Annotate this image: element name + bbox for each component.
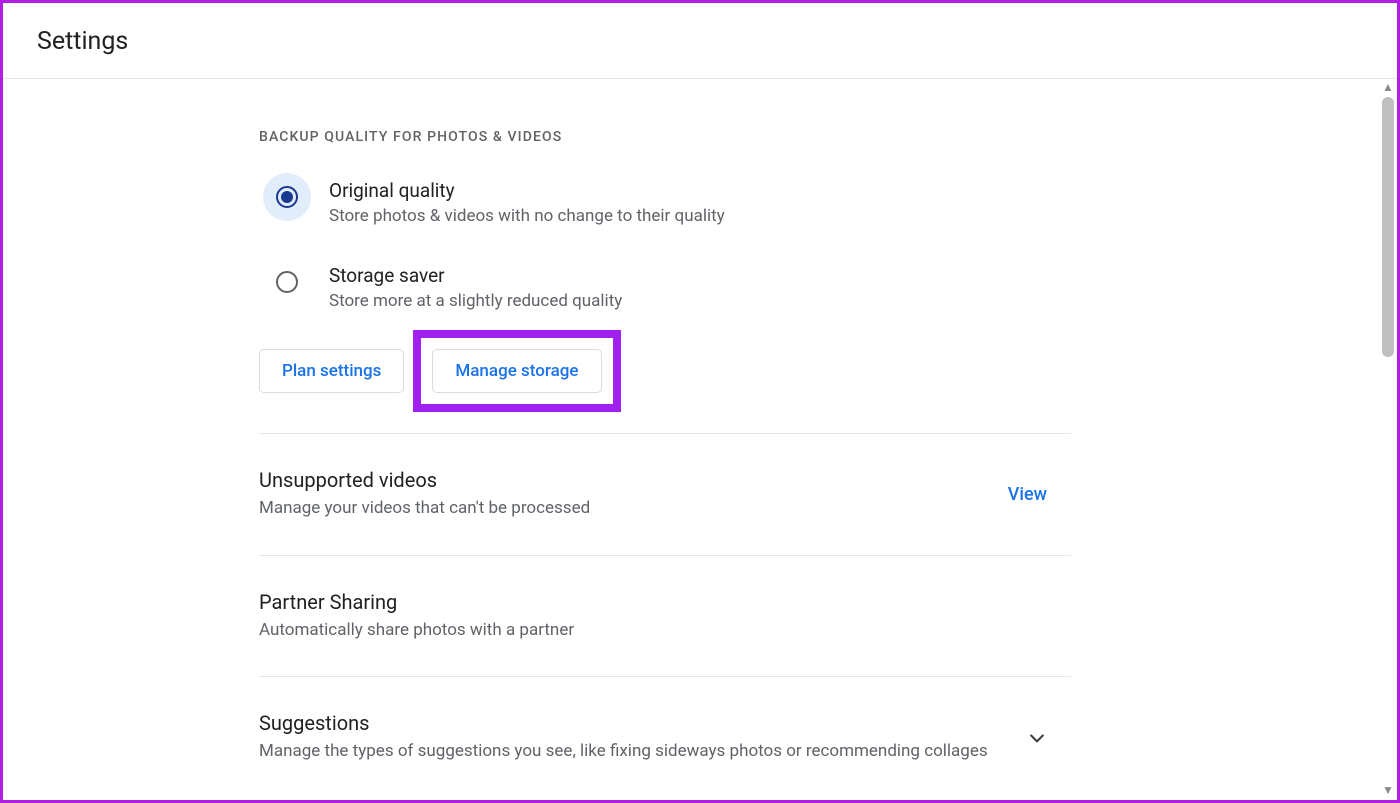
- option-desc: Store more at a slightly reduced quality: [329, 291, 1071, 311]
- plan-settings-button[interactable]: Plan settings: [259, 349, 404, 393]
- row-desc: Manage the types of suggestions you see,…: [259, 739, 1007, 764]
- chevron-down-icon: [1027, 728, 1047, 748]
- row-title: Unsupported videos: [259, 468, 988, 492]
- row-desc: Automatically share photos with a partne…: [259, 618, 1051, 643]
- option-title: Storage saver: [329, 264, 1071, 287]
- button-row: Plan settings Manage storage: [259, 349, 1071, 393]
- row-desc: Manage your videos that can't be process…: [259, 496, 988, 521]
- settings-content: BACKUP QUALITY FOR PHOTOS & VIDEOS Origi…: [259, 79, 1071, 798]
- scroll-down-icon[interactable]: ▼: [1381, 784, 1395, 796]
- page-title: Settings: [37, 27, 1363, 56]
- scroll-up-icon[interactable]: ▲: [1381, 81, 1395, 93]
- row-partner-sharing[interactable]: Partner Sharing Automatically share phot…: [259, 556, 1071, 678]
- header: Settings: [3, 3, 1397, 79]
- row-unsupported-videos[interactable]: Unsupported videos Manage your videos th…: [259, 434, 1071, 556]
- view-button[interactable]: View: [1008, 484, 1071, 505]
- row-title: Partner Sharing: [259, 590, 1051, 614]
- scroll-thumb[interactable]: [1382, 97, 1394, 357]
- radio-original-quality[interactable]: Original quality Store photos & videos w…: [259, 179, 1071, 226]
- scrollbar[interactable]: ▲ ▼: [1379, 79, 1397, 798]
- row-title: Suggestions: [259, 711, 1007, 735]
- highlight-annotation: Manage storage: [413, 330, 620, 412]
- radio-storage-saver[interactable]: Storage saver Store more at a slightly r…: [259, 264, 1071, 311]
- option-desc: Store photos & videos with no change to …: [329, 206, 1071, 226]
- option-title: Original quality: [329, 179, 1071, 202]
- radio-icon: [263, 258, 311, 306]
- radio-icon: [263, 173, 311, 221]
- manage-storage-button[interactable]: Manage storage: [432, 349, 601, 393]
- section-label-backup-quality: BACKUP QUALITY FOR PHOTOS & VIDEOS: [259, 129, 1071, 145]
- row-suggestions[interactable]: Suggestions Manage the types of suggesti…: [259, 677, 1071, 798]
